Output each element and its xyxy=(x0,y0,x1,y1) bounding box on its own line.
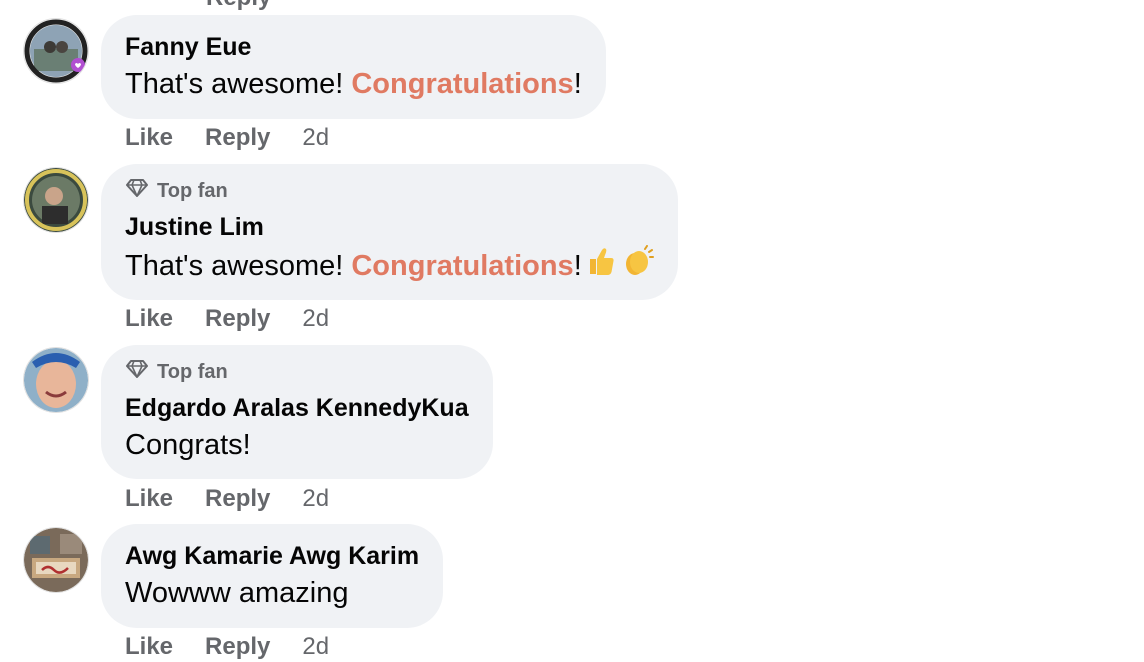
comment-bubble: Awg Kamarie Awg Karim Wowww amazing xyxy=(101,524,444,628)
comment-text: Congrats! xyxy=(125,426,469,464)
reply-button[interactable]: Reply xyxy=(205,124,270,152)
comment-text-before: Wowww amazing xyxy=(125,577,349,609)
like-button[interactable]: Like xyxy=(125,485,173,513)
comment-author[interactable]: Edgardo Aralas KennedyKua xyxy=(125,392,469,424)
badge-label: Top fan xyxy=(157,179,228,202)
badge-label: Top fan xyxy=(157,360,228,383)
highlighted-word: Congratulations xyxy=(351,250,574,282)
comment-actions: Like Reply 2d xyxy=(125,633,329,661)
comment-bubble: Top fan Justine Lim That's awesome! Cong… xyxy=(101,164,678,300)
avatar[interactable] xyxy=(24,348,88,412)
like-button[interactable]: Like xyxy=(125,633,173,661)
like-button[interactable]: Like xyxy=(125,305,173,333)
diamond-icon xyxy=(125,178,149,204)
comment-text-before: That's awesome! xyxy=(125,68,344,100)
like-button[interactable]: Like xyxy=(125,124,173,152)
comment-text: That's awesome! Congratulations! xyxy=(125,245,654,287)
avatar[interactable] xyxy=(24,19,88,83)
comment-timestamp[interactable]: 2d xyxy=(302,305,329,333)
comment-timestamp[interactable]: 2d xyxy=(302,124,329,152)
clapping-hands-emoji xyxy=(620,245,654,287)
comment-timestamp[interactable]: 2d xyxy=(302,633,329,661)
avatar[interactable] xyxy=(24,528,88,592)
highlighted-word: Congratulations xyxy=(351,68,574,100)
comment-text-before: That's awesome! xyxy=(125,250,344,282)
thumbs-up-emoji xyxy=(586,245,616,287)
reply-button[interactable]: Reply xyxy=(205,305,270,333)
comment-bubble: Top fan Edgardo Aralas KennedyKua Congra… xyxy=(101,345,493,479)
comment-author[interactable]: Awg Kamarie Awg Karim xyxy=(125,540,419,572)
comment-text-before: Congrats! xyxy=(125,429,251,461)
cut-off-reply-link[interactable]: Reply xyxy=(206,0,271,12)
comment-timestamp[interactable]: 2d xyxy=(302,485,329,513)
diamond-icon xyxy=(125,359,149,385)
comment-text: That's awesome! Congratulations! xyxy=(125,65,582,103)
top-fan-badge: Top fan xyxy=(125,359,469,385)
comment-author[interactable]: Fanny Eue xyxy=(125,31,582,63)
comment-actions: Like Reply 2d xyxy=(125,124,329,152)
comment-text: Wowww amazing xyxy=(125,574,419,612)
comment-text-after: ! xyxy=(573,250,582,282)
comment-actions: Like Reply 2d xyxy=(125,485,329,513)
reply-button[interactable]: Reply xyxy=(205,485,270,513)
comment-text-after: ! xyxy=(573,68,582,100)
comment-actions: Like Reply 2d xyxy=(125,305,329,333)
comment-bubble: Fanny Eue That's awesome! Congratulation… xyxy=(101,15,606,119)
comment-author[interactable]: Justine Lim xyxy=(125,211,654,243)
reply-button[interactable]: Reply xyxy=(205,633,270,661)
avatar[interactable] xyxy=(24,168,88,232)
top-fan-badge: Top fan xyxy=(125,178,654,204)
